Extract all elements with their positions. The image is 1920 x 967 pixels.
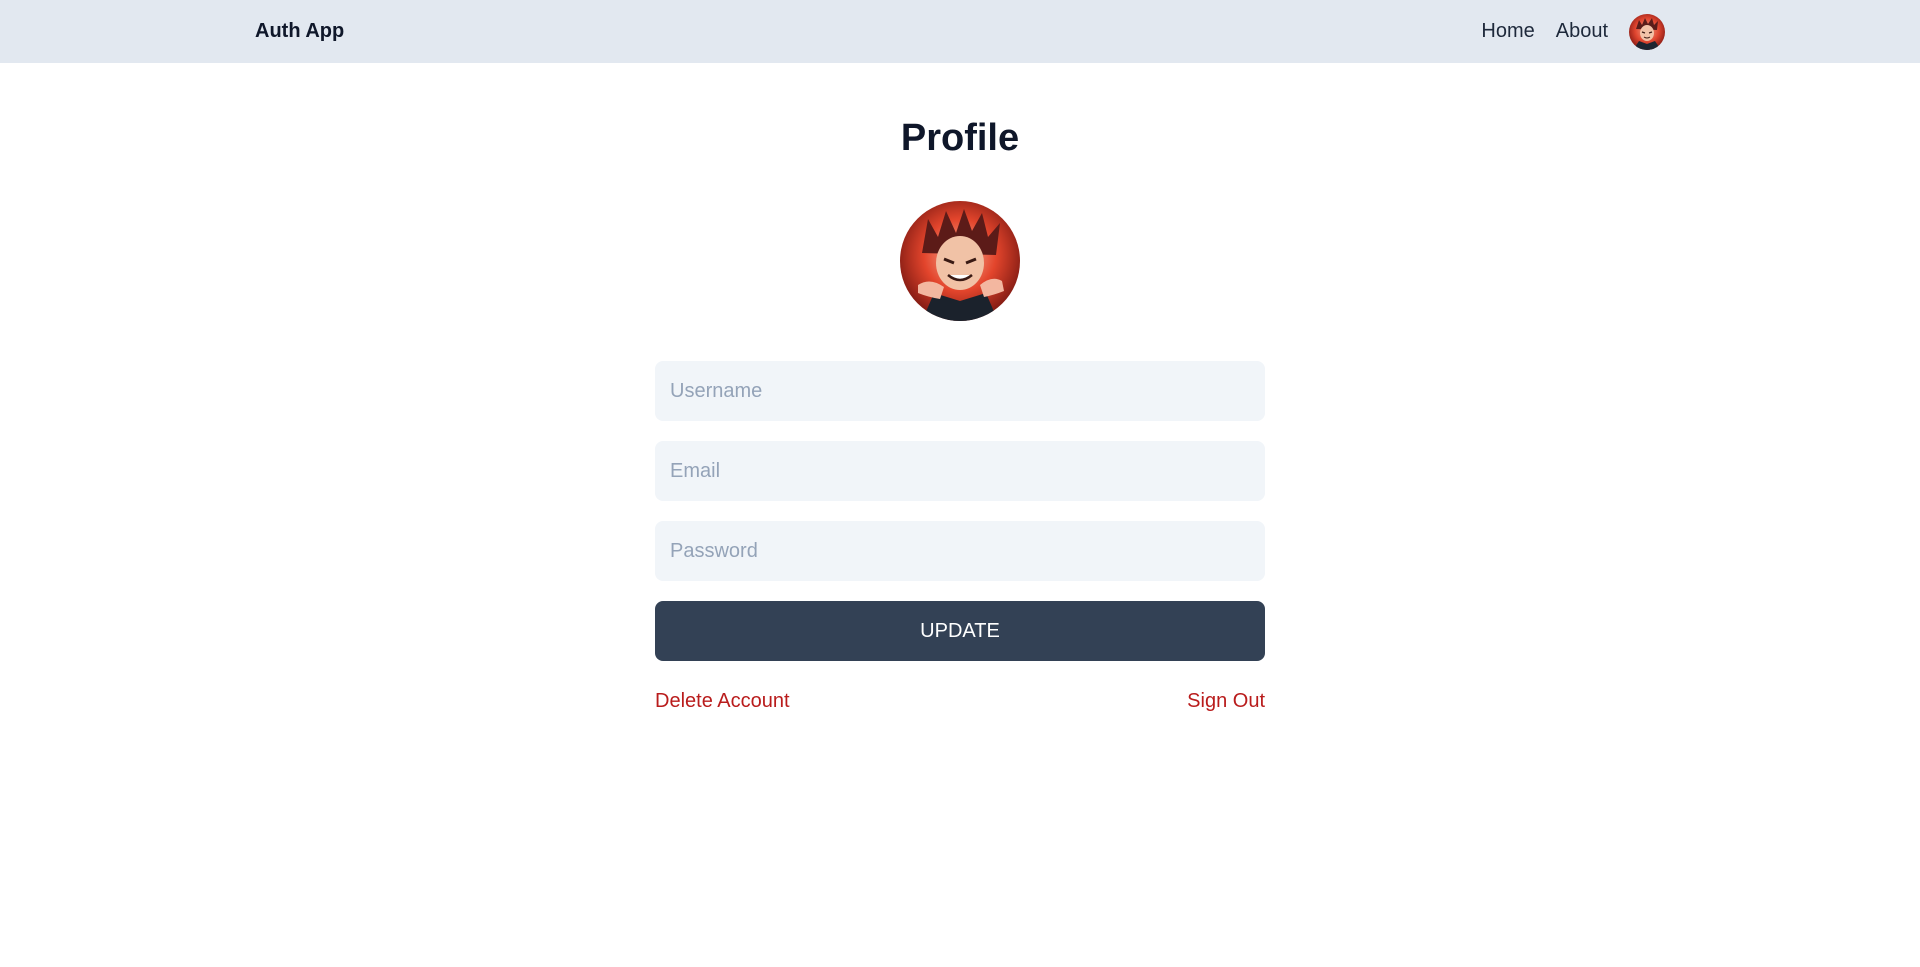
update-button[interactable]: UPDATE [655, 601, 1265, 661]
delete-account-link[interactable]: Delete Account [655, 690, 790, 713]
app-brand[interactable]: Auth App [255, 20, 344, 43]
nav-links: Home About [1481, 13, 1665, 50]
profile-avatar-wrapper [655, 201, 1265, 321]
top-navbar: Auth App Home About [0, 0, 1920, 63]
page-title: Profile [900, 117, 1020, 159]
nav-home-link[interactable]: Home [1481, 20, 1534, 43]
password-input[interactable] [655, 521, 1265, 581]
nav-about-link[interactable]: About [1556, 20, 1608, 43]
email-input[interactable] [655, 441, 1265, 501]
account-actions: Delete Account Sign Out [655, 690, 1265, 713]
user-avatar-icon[interactable] [1629, 13, 1665, 50]
profile-container: Profile Username Email UPDATE Delete Acc… [655, 63, 1265, 713]
profile-avatar-icon[interactable] [900, 201, 1020, 321]
sign-out-link[interactable]: Sign Out [1187, 690, 1265, 713]
navbar-inner: Auth App Home About [255, 0, 1665, 63]
username-input[interactable] [655, 361, 1265, 421]
